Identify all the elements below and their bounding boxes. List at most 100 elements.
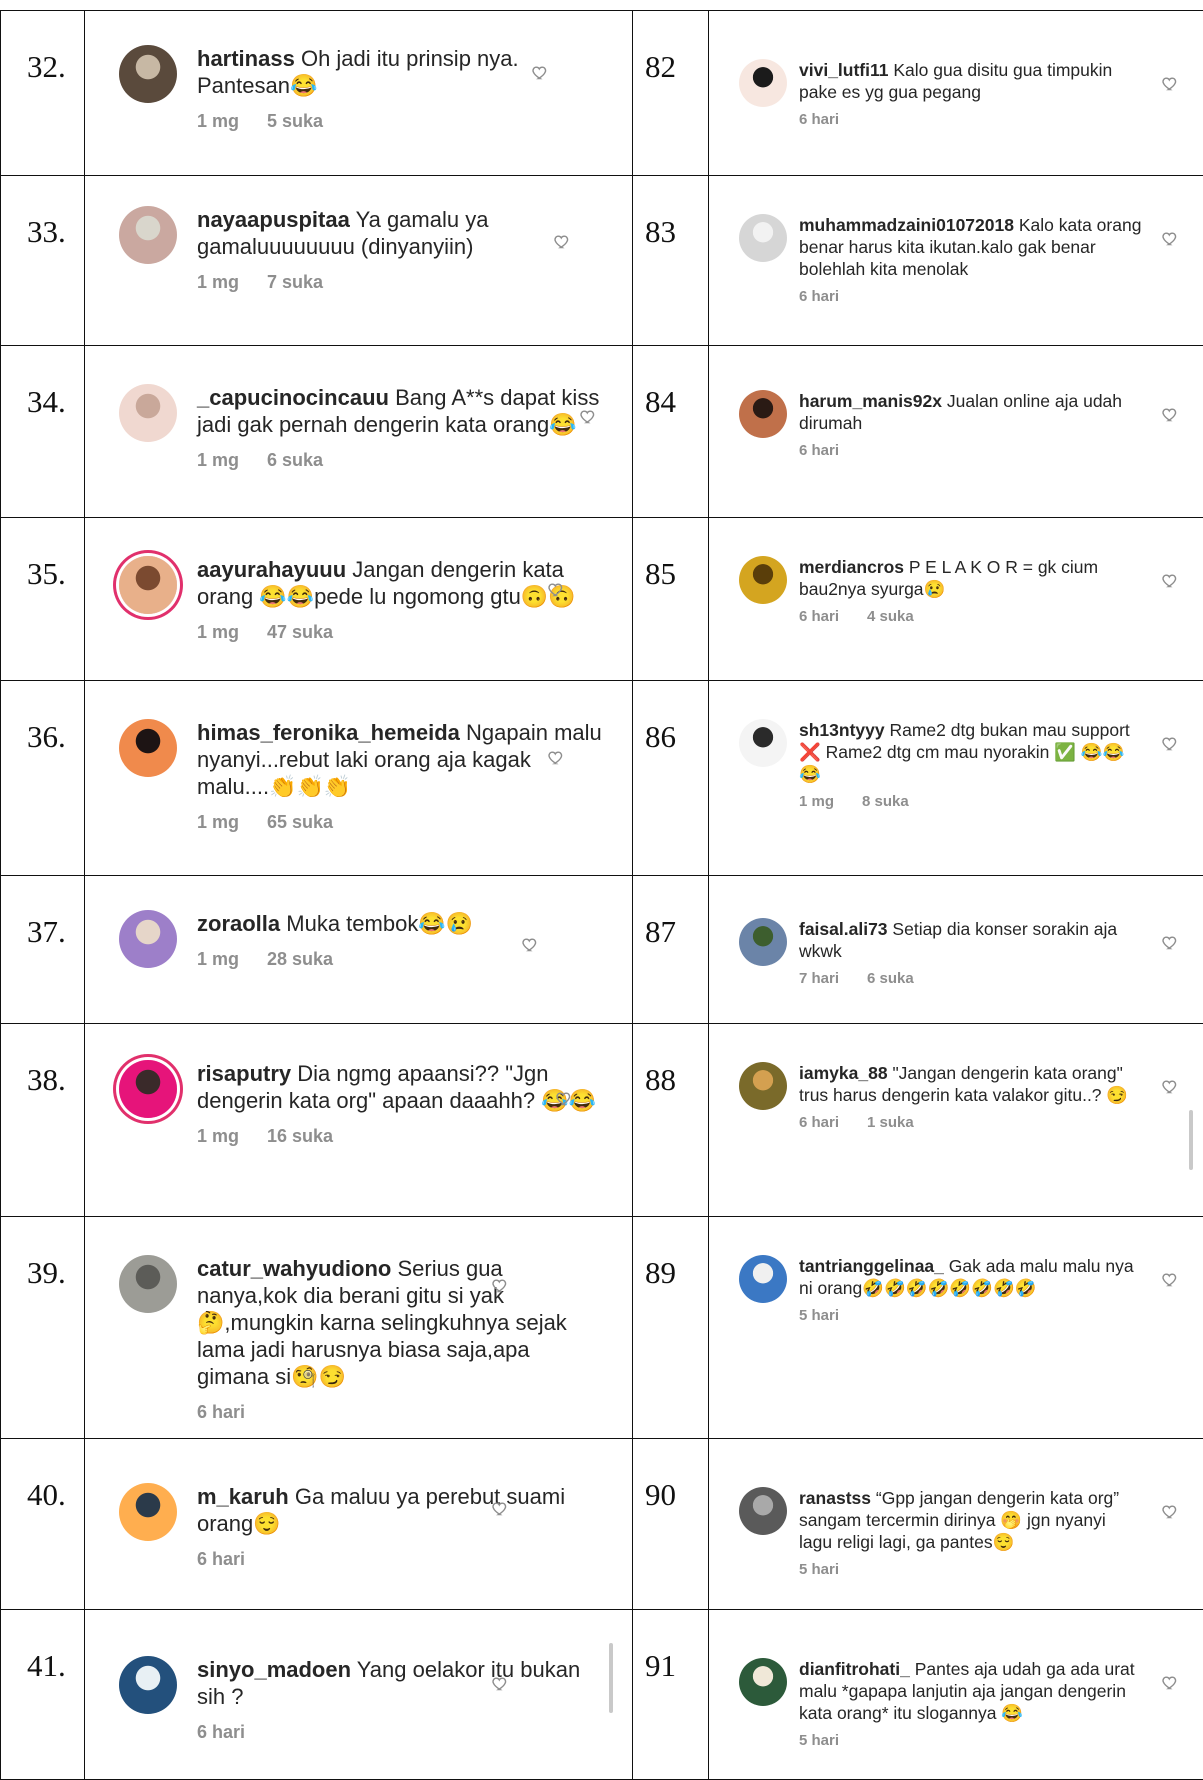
avatar[interactable]	[119, 719, 177, 777]
comment: himas_feronika_hemeida Ngapain malu nyan…	[119, 719, 602, 833]
comment-meta: 6 hari	[197, 1402, 602, 1423]
comment-meta: 6 hari	[799, 111, 1143, 128]
avatar[interactable]	[119, 1255, 177, 1313]
table-row: 39.catur_wahyudiono Serius gua nanya,kok…	[1, 1217, 1203, 1439]
avatar[interactable]	[119, 206, 177, 264]
like-heart-icon[interactable]	[1161, 572, 1179, 589]
avatar[interactable]	[119, 1656, 177, 1714]
like-count[interactable]: 47 suka	[267, 622, 333, 642]
username-link[interactable]: sinyo_madoen	[197, 1657, 351, 1682]
comment: aayurahayuuu Jangan dengerin kata orang …	[119, 556, 602, 643]
comment-meta: 6 hari	[197, 1722, 602, 1743]
like-heart-icon[interactable]	[547, 749, 565, 766]
like-heart-icon[interactable]	[531, 64, 549, 81]
username-link[interactable]: harum_manis92x	[799, 391, 942, 411]
comment: m_karuh Ga maluu ya perebut suami orang😌…	[119, 1483, 602, 1570]
comment-cell: nayaapuspitaa Ya gamalu ya gamaluuuuuuuu…	[85, 176, 633, 346]
comment-text: tantrianggelinaa_ Gak ada malu malu nya …	[799, 1255, 1143, 1299]
like-heart-icon[interactable]	[491, 1277, 509, 1294]
like-count[interactable]: 65 suka	[267, 812, 333, 832]
username-link[interactable]: iamyka_88	[799, 1063, 888, 1083]
comment-text: m_karuh Ga maluu ya perebut suami orang😌	[197, 1483, 602, 1537]
avatar[interactable]	[739, 59, 787, 107]
comment: ranastss “Gpp jangan dengerin kata org” …	[739, 1487, 1143, 1578]
avatar[interactable]	[739, 1487, 787, 1535]
like-heart-icon[interactable]	[491, 1500, 509, 1517]
avatar[interactable]	[739, 214, 787, 262]
row-number: 84	[633, 346, 709, 518]
avatar[interactable]	[739, 918, 787, 966]
username-link[interactable]: aayurahayuuu	[197, 557, 346, 582]
username-link[interactable]: _capucinocincauu	[197, 385, 389, 410]
comment-text: vivi_lutfi11 Kalo gua disitu gua timpuki…	[799, 59, 1143, 103]
like-heart-icon[interactable]	[1161, 1078, 1179, 1095]
username-link[interactable]: nayaapuspitaa	[197, 207, 350, 232]
like-count[interactable]: 1 suka	[867, 1114, 914, 1131]
row-number: 41.	[1, 1610, 85, 1780]
username-link[interactable]: m_karuh	[197, 1484, 289, 1509]
avatar[interactable]	[119, 1060, 177, 1118]
username-link[interactable]: zoraolla	[197, 911, 280, 936]
like-heart-icon[interactable]	[521, 936, 539, 953]
comment-cell: m_karuh Ga maluu ya perebut suami orang😌…	[85, 1439, 633, 1610]
avatar[interactable]	[739, 1658, 787, 1706]
comment-text: _capucinocincauu Bang A**s dapat kiss ja…	[197, 384, 602, 438]
username-link[interactable]: dianfitrohati_	[799, 1659, 910, 1679]
comment: risaputry Dia ngmg apaansi?? "Jgn denger…	[119, 1060, 602, 1147]
username-link[interactable]: merdiancros	[799, 557, 904, 577]
avatar[interactable]	[119, 910, 177, 968]
comment-cell: _capucinocincauu Bang A**s dapat kiss ja…	[85, 346, 633, 518]
scrollbar-left[interactable]	[609, 1643, 613, 1713]
avatar[interactable]	[739, 1062, 787, 1110]
username-link[interactable]: himas_feronika_hemeida	[197, 720, 460, 745]
avatar[interactable]	[739, 390, 787, 438]
avatar[interactable]	[739, 556, 787, 604]
username-link[interactable]: sh13ntyyy	[799, 720, 885, 740]
username-link[interactable]: ranastss	[799, 1488, 871, 1508]
comment-text: muhammadzaini01072018 Kalo kata orang be…	[799, 214, 1143, 280]
comment-meta: 6 hari	[197, 1549, 602, 1570]
like-count[interactable]: 4 suka	[867, 608, 914, 625]
like-heart-icon[interactable]	[1161, 934, 1179, 951]
avatar[interactable]	[119, 384, 177, 442]
row-number: 82	[633, 11, 709, 176]
like-count[interactable]: 6 suka	[867, 970, 914, 987]
comment-meta: 6 hari	[799, 288, 1143, 305]
like-heart-icon[interactable]	[1161, 1271, 1179, 1288]
avatar[interactable]	[119, 1483, 177, 1541]
like-count[interactable]: 16 suka	[267, 1126, 333, 1146]
like-heart-icon[interactable]	[491, 1675, 509, 1692]
like-count[interactable]: 5 suka	[267, 111, 323, 131]
like-heart-icon[interactable]	[579, 408, 597, 425]
like-heart-icon[interactable]	[1161, 230, 1179, 247]
username-link[interactable]: faisal.ali73	[799, 919, 888, 939]
username-link[interactable]: hartinass	[197, 46, 295, 71]
like-heart-icon[interactable]	[553, 233, 571, 250]
like-count[interactable]: 28 suka	[267, 949, 333, 969]
like-count[interactable]: 7 suka	[267, 272, 323, 292]
comment-cell: aayurahayuuu Jangan dengerin kata orang …	[85, 518, 633, 681]
table-row: 33.nayaapuspitaa Ya gamalu ya gamaluuuuu…	[1, 176, 1203, 346]
like-heart-icon[interactable]	[1161, 406, 1179, 423]
like-heart-icon[interactable]	[1161, 735, 1179, 752]
avatar[interactable]	[119, 45, 177, 103]
username-link[interactable]: tantrianggelinaa_	[799, 1256, 944, 1276]
scrollbar-right[interactable]	[1189, 1110, 1193, 1170]
username-link[interactable]: vivi_lutfi11	[799, 60, 889, 80]
like-heart-icon[interactable]	[1161, 1503, 1179, 1520]
like-count[interactable]: 6 suka	[267, 450, 323, 470]
comment: catur_wahyudiono Serius gua nanya,kok di…	[119, 1255, 602, 1423]
row-number: 85	[633, 518, 709, 681]
avatar[interactable]	[119, 556, 177, 614]
username-link[interactable]: risaputry	[197, 1061, 291, 1086]
like-heart-icon[interactable]	[555, 1090, 573, 1107]
avatar[interactable]	[739, 719, 787, 767]
username-link[interactable]: muhammadzaini01072018	[799, 215, 1014, 235]
like-heart-icon[interactable]	[1161, 75, 1179, 92]
avatar[interactable]	[739, 1255, 787, 1303]
comment-text: nayaapuspitaa Ya gamalu ya gamaluuuuuuuu…	[197, 206, 602, 260]
username-link[interactable]: catur_wahyudiono	[197, 1256, 391, 1281]
like-heart-icon[interactable]	[547, 581, 565, 598]
like-heart-icon[interactable]	[1161, 1674, 1179, 1691]
like-count[interactable]: 8 suka	[862, 793, 909, 810]
